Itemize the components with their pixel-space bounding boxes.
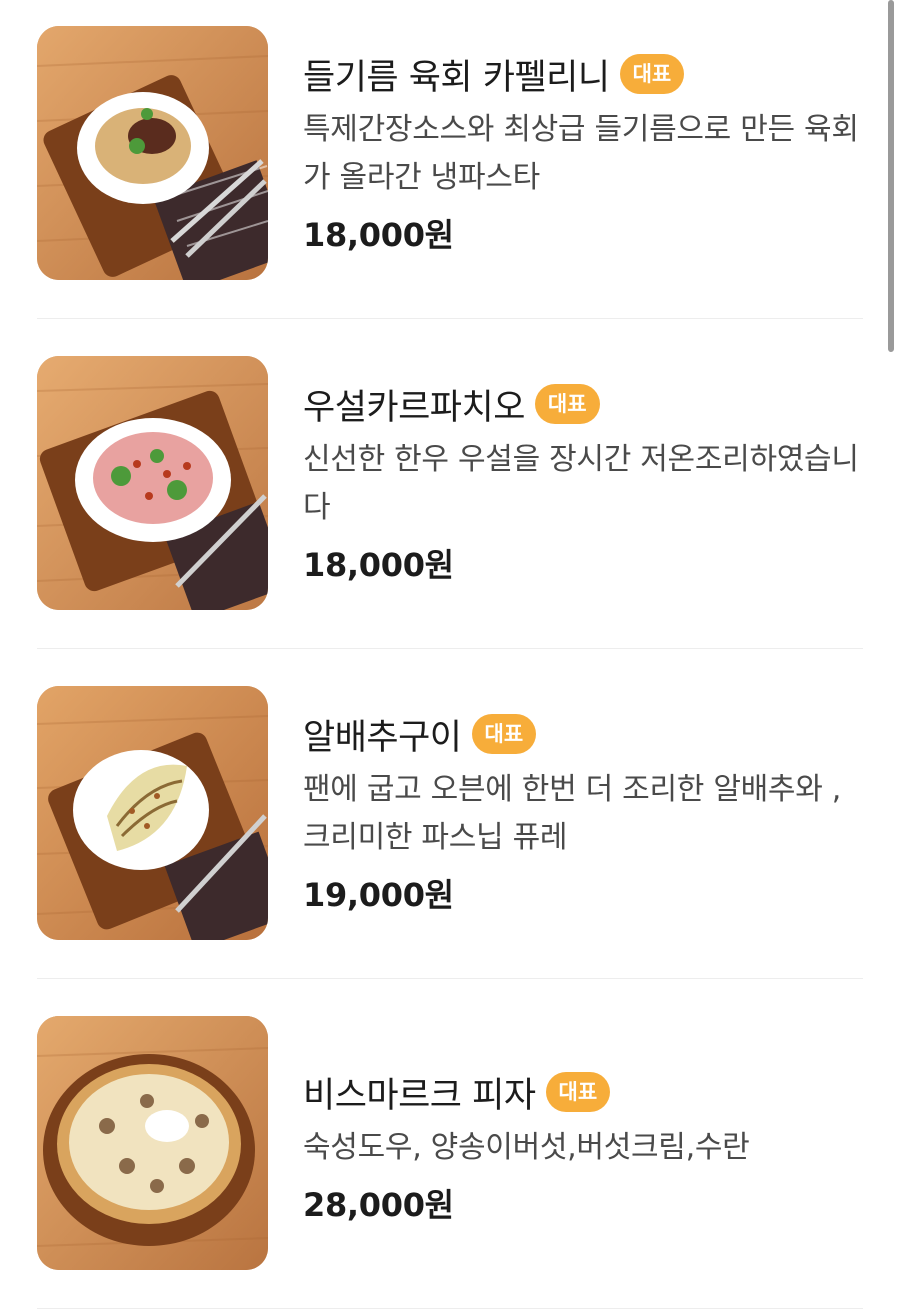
menu-item[interactable]: 알배추구이 대표 팬에 굽고 오븐에 한번 더 조리한 알배추와 , 크리미한 … <box>37 686 863 940</box>
menu-item-name: 우설카르파치오 <box>303 387 525 428</box>
title-row: 알배추구이 대표 <box>303 708 873 760</box>
menu-item-info: 알배추구이 대표 팬에 굽고 오븐에 한번 더 조리한 알배추와 , 크리미한 … <box>303 708 873 916</box>
menu-item-info: 들기름 육회 카펠리니 대표 특제간장소스와 최상급 들기름으로 만든 육회가 … <box>303 48 873 256</box>
menu-item-price: 28,000원 <box>303 1186 454 1224</box>
menu-item-description: 특제간장소스와 최상급 들기름으로 만든 육회가 올라간 냉파스타 <box>303 112 859 195</box>
cabbage-dish-image[interactable] <box>37 686 268 940</box>
signature-badge: 대표 <box>534 384 600 424</box>
signature-badge: 대표 <box>471 714 537 754</box>
menu-item-price: 19,000원 <box>303 876 454 914</box>
signature-badge: 대표 <box>545 1072 611 1112</box>
vertical-scrollbar[interactable] <box>888 0 894 352</box>
title-row: 비스마르크 피자 대표 <box>303 1066 873 1118</box>
title-row: 들기름 육회 카펠리니 대표 <box>303 48 873 100</box>
menu-item[interactable]: 우설카르파치오 대표 신선한 한우 우설을 장시간 저온조리하였습니다 18,0… <box>37 356 863 610</box>
menu-item-name: 알배추구이 <box>303 717 462 758</box>
signature-badge: 대표 <box>619 54 685 94</box>
divider <box>37 318 863 319</box>
pizza-dish-illustration <box>37 1016 268 1270</box>
divider <box>37 978 863 979</box>
menu-item-name: 들기름 육회 카펠리니 <box>303 57 610 98</box>
menu-item[interactable]: 비스마르크 피자 대표 숙성도우, 양송이버섯,버섯크림,수란 28,000원 <box>37 1016 863 1270</box>
menu-item-price: 18,000원 <box>303 216 454 254</box>
menu-item-info: 우설카르파치오 대표 신선한 한우 우설을 장시간 저온조리하였습니다 18,0… <box>303 378 873 586</box>
pizza-dish-image[interactable] <box>37 1016 268 1270</box>
carpaccio-dish-illustration <box>37 356 268 610</box>
pasta-dish-image[interactable] <box>37 26 268 280</box>
title-row: 우설카르파치오 대표 <box>303 378 873 430</box>
menu-item[interactable]: 들기름 육회 카펠리니 대표 특제간장소스와 최상급 들기름으로 만든 육회가 … <box>37 26 863 280</box>
pasta-dish-illustration <box>37 26 268 280</box>
divider <box>37 648 863 649</box>
carpaccio-dish-image[interactable] <box>37 356 268 610</box>
menu-item-info: 비스마르크 피자 대표 숙성도우, 양송이버섯,버섯크림,수란 28,000원 <box>303 1066 873 1226</box>
menu-item-description: 신선한 한우 우설을 장시간 저온조리하였습니다 <box>303 442 859 525</box>
cabbage-dish-illustration <box>37 686 268 940</box>
divider <box>37 1308 863 1309</box>
menu-item-description: 팬에 굽고 오븐에 한번 더 조리한 알배추와 , 크리미한 파스닙 퓨레 <box>303 772 841 855</box>
menu-item-name: 비스마르크 피자 <box>303 1075 536 1116</box>
menu-item-price: 18,000원 <box>303 546 454 584</box>
menu-item-description: 숙성도우, 양송이버섯,버섯크림,수란 <box>303 1130 750 1165</box>
